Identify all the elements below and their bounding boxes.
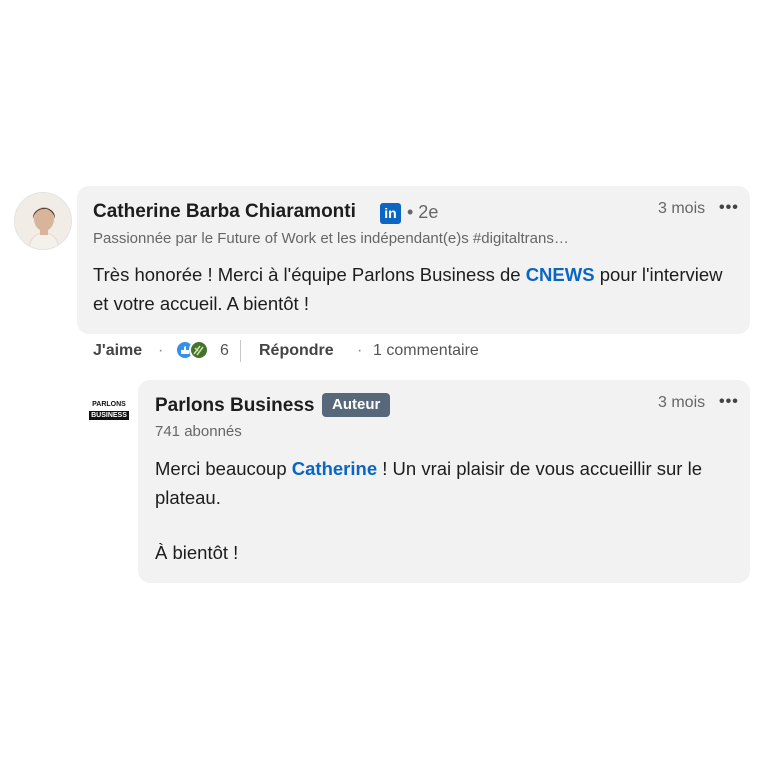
reaction-count[interactable]: 6 xyxy=(220,342,229,360)
reply-text: Merci beaucoup Catherine ! Un vrai plais… xyxy=(155,454,735,512)
comment-time: 3 mois xyxy=(658,200,706,217)
parlons-business-logo[interactable]: PARLONS BUSINESS xyxy=(89,401,129,420)
separator-dot: · xyxy=(158,342,164,359)
replies-count-link[interactable]: 1 commentaire xyxy=(373,342,479,360)
connection-degree: • 2e xyxy=(407,202,439,222)
commenter-avatar[interactable] xyxy=(14,192,72,250)
more-options-icon[interactable]: ••• xyxy=(719,199,739,217)
logo-line-1: PARLONS xyxy=(92,401,126,408)
mention-link[interactable]: Catherine xyxy=(292,458,377,479)
linkedin-icon: in xyxy=(380,203,401,224)
divider xyxy=(240,340,241,362)
reply-author-name[interactable]: Parlons Business xyxy=(155,395,314,417)
reply-time: 3 mois xyxy=(658,394,706,411)
reply-text-part: Merci beaucoup xyxy=(155,458,292,479)
like-button[interactable]: J'aime xyxy=(93,342,142,360)
comment-text: Très honorée ! Merci à l'équipe Parlons … xyxy=(93,260,733,318)
reply-text-closing: À bientôt ! xyxy=(155,542,239,563)
author-badge: Auteur xyxy=(322,393,391,417)
comment-text-part: Très honorée ! Merci à l'équipe Parlons … xyxy=(93,264,526,285)
reply-button[interactable]: Répondre xyxy=(259,342,334,360)
commenter-headline: Passionnée par le Future of Work et les … xyxy=(93,230,569,247)
more-options-icon[interactable]: ••• xyxy=(719,393,739,411)
logo-line-2: BUSINESS xyxy=(89,411,129,420)
commenter-name[interactable]: Catherine Barba Chiaramonti xyxy=(93,201,356,223)
mention-link[interactable]: CNEWS xyxy=(526,264,595,285)
reply-followers: 741 abonnés xyxy=(155,423,242,440)
person-avatar-icon xyxy=(15,193,71,249)
separator-dot: · xyxy=(357,342,363,359)
celebrate-reaction-icon xyxy=(189,340,209,360)
